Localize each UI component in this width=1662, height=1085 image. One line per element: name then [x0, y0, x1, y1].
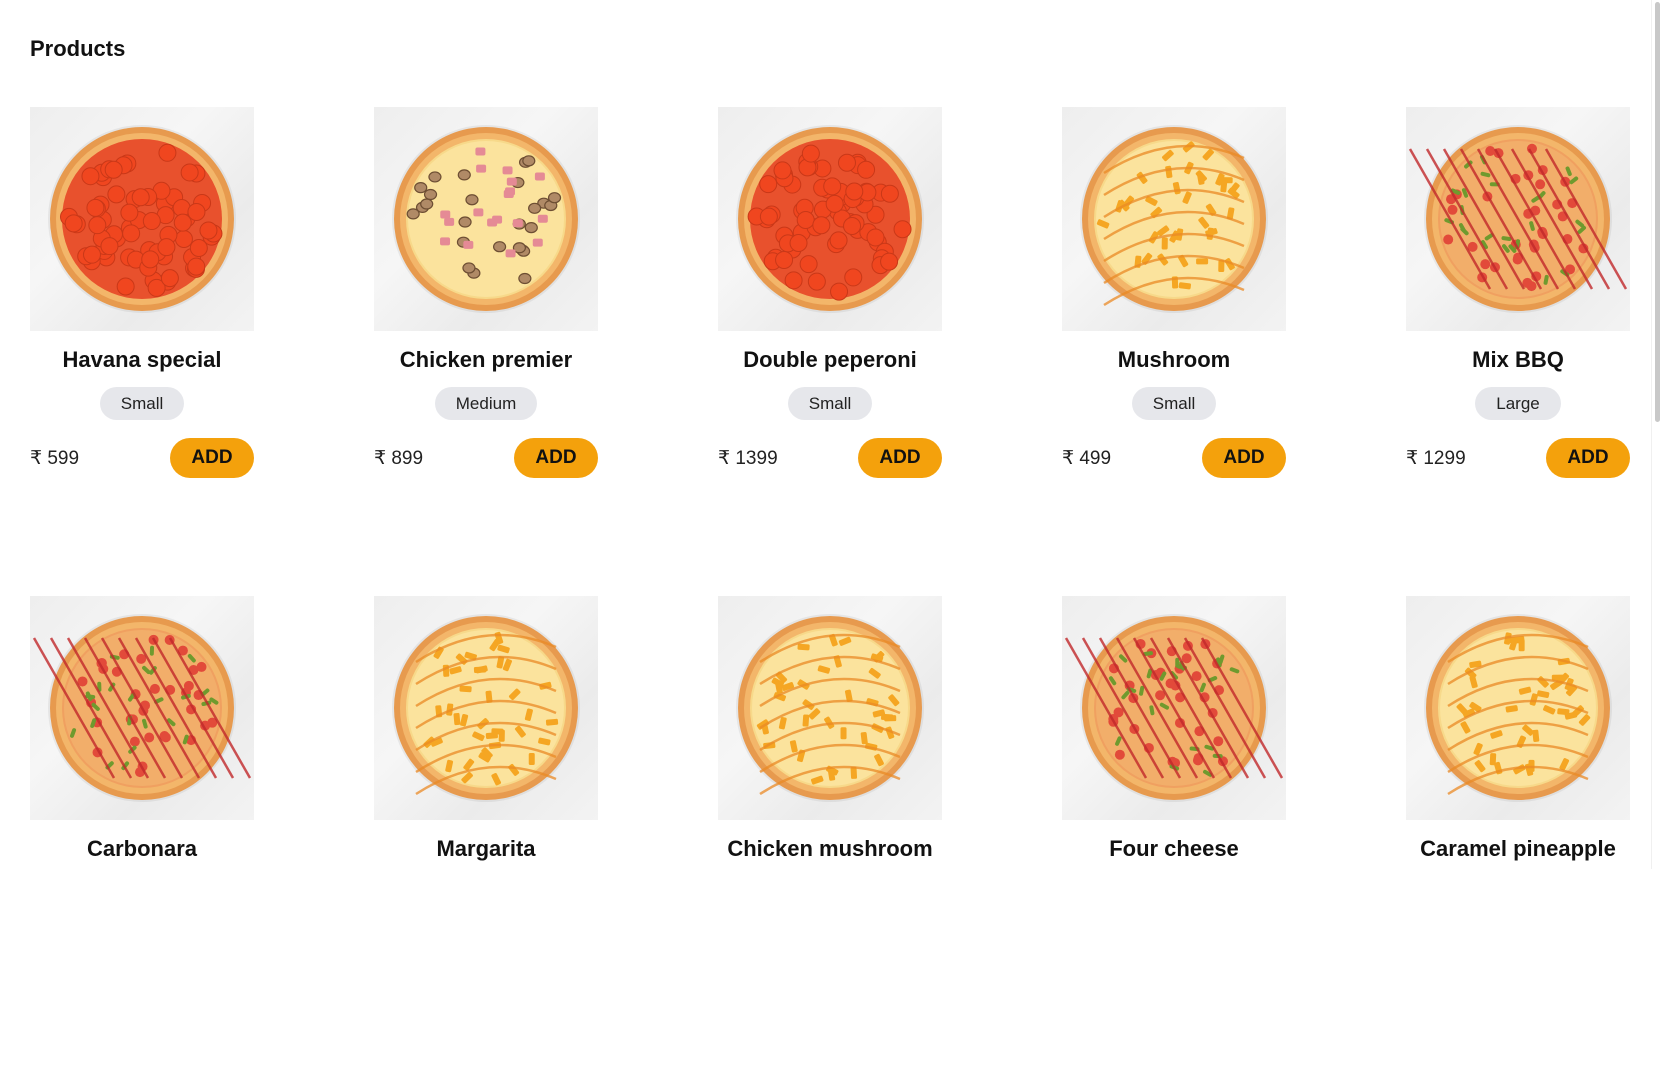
product-price: ₹ 899 [374, 447, 424, 469]
size-badge: Large [1475, 387, 1561, 420]
product-card: Chicken premier Medium ₹ 899 ADD [374, 107, 598, 596]
product-name: Mushroom [1117, 347, 1231, 372]
product-name: Caramel pineapple [1420, 836, 1616, 861]
product-grid: Havana special Small ₹ 599 ADD Chicken p… [30, 107, 1630, 1085]
page-title: Products [30, 36, 126, 61]
pizza-illustration [1080, 125, 1268, 313]
pizza-illustration [392, 614, 580, 802]
product-card: Mix BBQ Large ₹ 1299 ADD [1406, 107, 1630, 596]
add-to-cart-button[interactable]: ADD [1202, 438, 1286, 478]
pizza-illustration [48, 125, 236, 313]
pizza-illustration [736, 125, 924, 313]
product-name: Chicken premier [399, 347, 573, 372]
product-name: Chicken mushroom [727, 836, 933, 861]
add-to-cart-button[interactable]: ADD [170, 438, 254, 478]
product-name: Carbonara [86, 836, 198, 861]
pizza-illustration [32, 614, 252, 802]
product-card: Four cheese [1062, 596, 1286, 1085]
scrollbar-thumb[interactable] [1655, 2, 1660, 422]
add-to-cart-button[interactable]: ADD [1546, 438, 1630, 478]
product-name: Mix BBQ [1472, 347, 1564, 372]
product-card: Chicken mushroom [718, 596, 942, 1085]
pizza-image[interactable] [374, 107, 598, 331]
pizza-illustration [736, 614, 924, 802]
size-badge: Small [1131, 387, 1217, 420]
product-price: ₹ 1299 [1406, 447, 1466, 469]
add-to-cart-button[interactable]: ADD [858, 438, 942, 478]
pizza-illustration [1064, 614, 1284, 802]
pizza-image[interactable] [718, 596, 942, 820]
product-card: Double peperoni Small ₹ 1399 ADD [718, 107, 942, 596]
product-card: Caramel pineapple [1406, 596, 1630, 1085]
product-price: ₹ 499 [1062, 447, 1112, 469]
pizza-image[interactable] [30, 596, 254, 820]
product-card: Carbonara [30, 596, 254, 1085]
pizza-illustration [392, 125, 580, 313]
product-card: Havana special Small ₹ 599 ADD [30, 107, 254, 596]
product-card: Mushroom Small ₹ 499 ADD [1062, 107, 1286, 596]
product-card: Margarita [374, 596, 598, 1085]
pizza-image[interactable] [1406, 596, 1630, 820]
pizza-image[interactable] [718, 107, 942, 331]
product-name: Four cheese [1109, 836, 1239, 861]
size-badge: Small [787, 387, 873, 420]
size-badge: Medium [434, 387, 538, 420]
product-name: Havana special [62, 347, 222, 372]
pizza-illustration [1424, 614, 1612, 802]
product-price: ₹ 599 [30, 447, 80, 469]
pizza-image[interactable] [1406, 107, 1630, 331]
pizza-image[interactable] [1062, 107, 1286, 331]
pizza-image[interactable] [374, 596, 598, 820]
pizza-illustration [1408, 125, 1628, 313]
product-name: Double peperoni [743, 347, 917, 372]
vertical-scrollbar[interactable] [1651, 0, 1662, 869]
pizza-image[interactable] [30, 107, 254, 331]
pizza-image[interactable] [1062, 596, 1286, 820]
product-price: ₹ 1399 [718, 447, 778, 469]
size-badge: Small [99, 387, 185, 420]
product-name: Margarita [436, 836, 536, 861]
add-to-cart-button[interactable]: ADD [514, 438, 598, 478]
